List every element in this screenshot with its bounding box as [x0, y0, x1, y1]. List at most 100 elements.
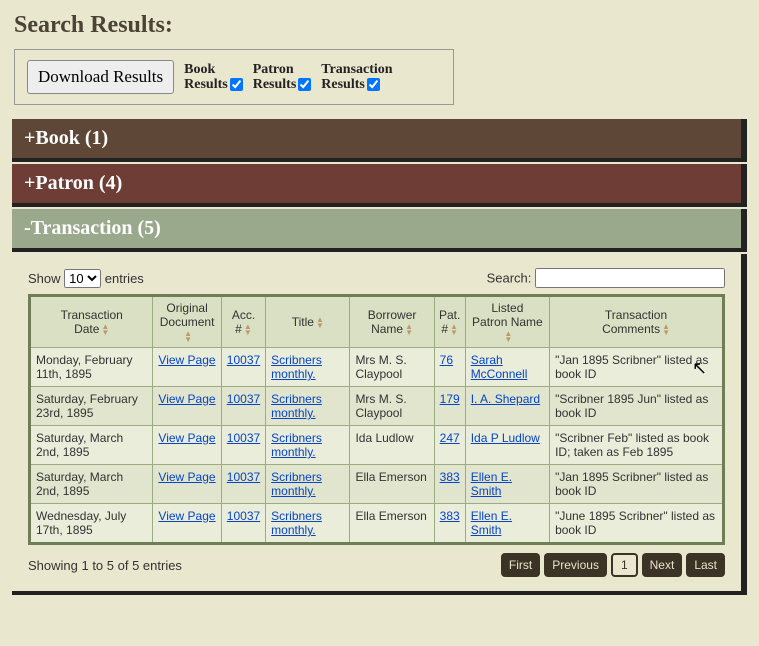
col-header[interactable]: Acc.#▲▼ [221, 296, 265, 348]
patron-link[interactable]: Ellen E. Smith [471, 470, 512, 498]
cell-doc: View Page [153, 426, 221, 465]
pager: First Previous 1 Next Last [501, 553, 725, 577]
title-link[interactable]: Scribners monthly. [271, 509, 322, 537]
label: Results [253, 77, 297, 92]
cell-title: Scribners monthly. [266, 387, 350, 426]
cell-comments: "Jan 1895 Scribner" listed as book ID [550, 465, 724, 504]
cell-comments: "Jan 1895 Scribner" listed as book ID [550, 348, 724, 387]
view-page-link[interactable]: View Page [158, 353, 215, 367]
table-row: Saturday, February 23rd, 1895 View Page 10… [30, 387, 724, 426]
cell-pat: 76 [434, 348, 465, 387]
title-link[interactable]: Scribners monthly. [271, 353, 322, 381]
cell-doc: View Page [153, 387, 221, 426]
cell-date: Monday, February 11th, 1895 [30, 348, 153, 387]
col-header[interactable]: ListedPatron Name▲▼ [465, 296, 549, 348]
sort-icon: ▲▼ [450, 324, 458, 336]
pat-link[interactable]: 179 [440, 392, 460, 406]
download-box: Download Results Book Results Patron Res… [14, 49, 454, 105]
patron-link[interactable]: I. A. Shepard [471, 392, 540, 406]
cell-title: Scribners monthly. [266, 348, 350, 387]
cell-borrower: Mrs M. S. Claypool [350, 387, 434, 426]
col-header[interactable]: TransactionComments▲▼ [550, 296, 724, 348]
cell-doc: View Page [153, 348, 221, 387]
search-control: Search: [487, 268, 725, 288]
acc-link[interactable]: 10037 [227, 509, 260, 523]
page-title: Search Results: [14, 12, 751, 39]
cell-doc: View Page [153, 504, 221, 544]
accordion-book[interactable]: +Book (1) [12, 119, 747, 162]
pat-link[interactable]: 76 [440, 353, 453, 367]
col-header[interactable]: Title▲▼ [266, 296, 350, 348]
sort-icon: ▲▼ [316, 317, 324, 329]
patron-results-checkbox[interactable] [298, 78, 311, 91]
cell-title: Scribners monthly. [266, 426, 350, 465]
cell-date: Wednesday, July 17th, 1895 [30, 504, 153, 544]
view-page-link[interactable]: View Page [158, 431, 215, 445]
col-header[interactable]: OriginalDocument▲▼ [153, 296, 221, 348]
cell-date: Saturday, February 23rd, 1895 [30, 387, 153, 426]
sort-icon: ▲▼ [101, 324, 109, 336]
download-results-button[interactable]: Download Results [27, 60, 174, 94]
table-info: Showing 1 to 5 of 5 entries [28, 558, 182, 573]
book-results-checkbox[interactable] [230, 78, 243, 91]
patron-link[interactable]: Sarah McConnell [471, 353, 528, 381]
label: entries [105, 271, 144, 286]
cell-patron: Ellen E. Smith [465, 465, 549, 504]
cell-pat: 383 [434, 465, 465, 504]
transaction-results-checkbox[interactable] [367, 78, 380, 91]
sort-icon: ▲▼ [405, 324, 413, 336]
label: Search: [487, 271, 532, 286]
transaction-panel: Show 10 entries Search: TransactionDate▲… [12, 254, 747, 595]
cell-borrower: Mrs M. S. Claypool [350, 348, 434, 387]
pat-link[interactable]: 383 [440, 470, 460, 484]
title-link[interactable]: Scribners monthly. [271, 392, 322, 420]
col-header[interactable]: Pat.#▲▼ [434, 296, 465, 348]
acc-link[interactable]: 10037 [227, 392, 260, 406]
search-input[interactable] [535, 268, 725, 288]
pager-page-1[interactable]: 1 [611, 553, 638, 577]
acc-link[interactable]: 10037 [227, 353, 260, 367]
entries-select[interactable]: 10 [64, 269, 101, 288]
table-row: Saturday, March 2nd, 1895 View Page 10037 S… [30, 426, 724, 465]
cell-borrower: Ella Emerson [350, 504, 434, 544]
view-page-link[interactable]: View Page [158, 392, 215, 406]
title-link[interactable]: Scribners monthly. [271, 470, 322, 498]
table-row: Wednesday, July 17th, 1895 View Page 10037… [30, 504, 724, 544]
transaction-table: TransactionDate▲▼OriginalDocument▲▼Acc.#… [28, 294, 725, 545]
accordion-patron[interactable]: +Patron (4) [12, 164, 747, 207]
patron-results-check-group: Patron Results [253, 62, 312, 93]
pat-link[interactable]: 247 [440, 431, 460, 445]
pager-first[interactable]: First [501, 553, 540, 577]
pager-next[interactable]: Next [642, 553, 683, 577]
cell-pat: 247 [434, 426, 465, 465]
cell-title: Scribners monthly. [266, 504, 350, 544]
book-results-check-group: Book Results [184, 62, 243, 93]
cell-comments: "June 1895 Scribner" listed as book ID [550, 504, 724, 544]
cell-pat: 179 [434, 387, 465, 426]
acc-link[interactable]: 10037 [227, 470, 260, 484]
view-page-link[interactable]: View Page [158, 509, 215, 523]
cell-acc: 10037 [221, 426, 265, 465]
label: Results [321, 77, 365, 92]
cell-date: Saturday, March 2nd, 1895 [30, 426, 153, 465]
cell-pat: 383 [434, 504, 465, 544]
col-header[interactable]: TransactionDate▲▼ [30, 296, 153, 348]
pager-last[interactable]: Last [686, 553, 725, 577]
cell-patron: I. A. Shepard [465, 387, 549, 426]
acc-link[interactable]: 10037 [227, 431, 260, 445]
transaction-results-check-group: Transaction Results [321, 62, 392, 93]
cell-comments: "Scribner 1895 Jun" listed as book ID [550, 387, 724, 426]
accordion-transaction[interactable]: -Transaction (5) [12, 209, 747, 252]
cell-acc: 10037 [221, 465, 265, 504]
table-row: Saturday, March 2nd, 1895View Page10037S… [30, 465, 724, 504]
patron-link[interactable]: Ellen E. Smith [471, 509, 512, 537]
cell-title: Scribners monthly. [266, 465, 350, 504]
table-row: Monday, February 11th, 1895 View Page 1003… [30, 348, 724, 387]
cell-acc: 10037 [221, 387, 265, 426]
patron-link[interactable]: Ida P Ludlow [471, 431, 540, 445]
view-page-link[interactable]: View Page [158, 470, 215, 484]
pager-previous[interactable]: Previous [544, 553, 607, 577]
col-header[interactable]: BorrowerName▲▼ [350, 296, 434, 348]
pat-link[interactable]: 383 [440, 509, 460, 523]
title-link[interactable]: Scribners monthly. [271, 431, 322, 459]
